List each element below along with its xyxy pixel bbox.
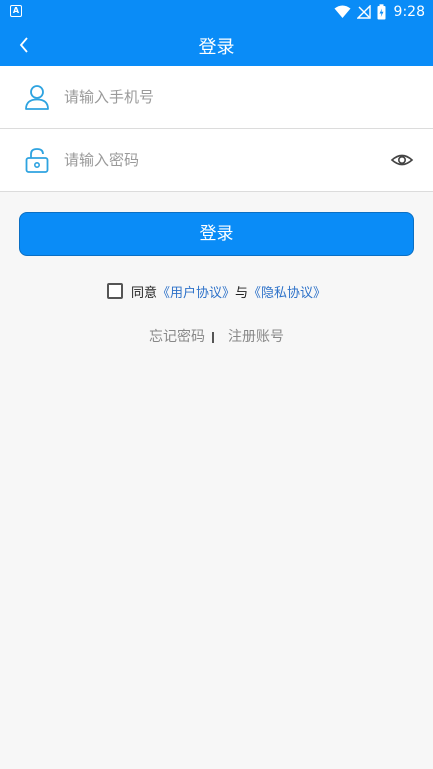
password-input[interactable] bbox=[64, 147, 364, 173]
agreement-prefix: 同意 bbox=[130, 285, 157, 301]
phone-field-row bbox=[0, 66, 433, 129]
agreement-conjunction: 与 bbox=[235, 285, 249, 301]
app-header: A 9:28 登录 bbox=[0, 0, 433, 66]
app-notification-icon: A bbox=[10, 5, 22, 17]
eye-icon[interactable] bbox=[390, 149, 414, 171]
battery-charging-icon bbox=[377, 4, 386, 20]
no-signal-icon bbox=[356, 5, 371, 19]
password-field-row bbox=[0, 129, 433, 192]
user-icon bbox=[25, 85, 49, 110]
status-icons: 9:28 bbox=[334, 3, 425, 21]
link-divider bbox=[212, 331, 214, 343]
privacy-agreement-link[interactable]: 《隐私协议》 bbox=[248, 282, 326, 301]
phone-input[interactable] bbox=[64, 84, 364, 110]
login-button[interactable]: 登录 bbox=[19, 212, 414, 256]
agreement-checkbox[interactable] bbox=[106, 283, 123, 299]
forgot-password-link[interactable]: 忘记密码 bbox=[149, 326, 205, 346]
nav-bar: 登录 bbox=[0, 24, 433, 66]
status-bar: A 9:28 bbox=[0, 0, 433, 24]
page-title: 登录 bbox=[198, 37, 235, 58]
account-links: 忘记密码 注册账号 bbox=[0, 326, 433, 346]
lock-icon bbox=[25, 148, 49, 173]
user-agreement-link[interactable]: 《用户协议》 bbox=[157, 282, 235, 301]
wifi-icon bbox=[334, 5, 351, 18]
agreement-row: 同意 《用户协议》 与 《隐私协议》 bbox=[0, 281, 433, 301]
clock: 9:28 bbox=[393, 4, 425, 20]
register-link[interactable]: 注册账号 bbox=[228, 326, 284, 346]
